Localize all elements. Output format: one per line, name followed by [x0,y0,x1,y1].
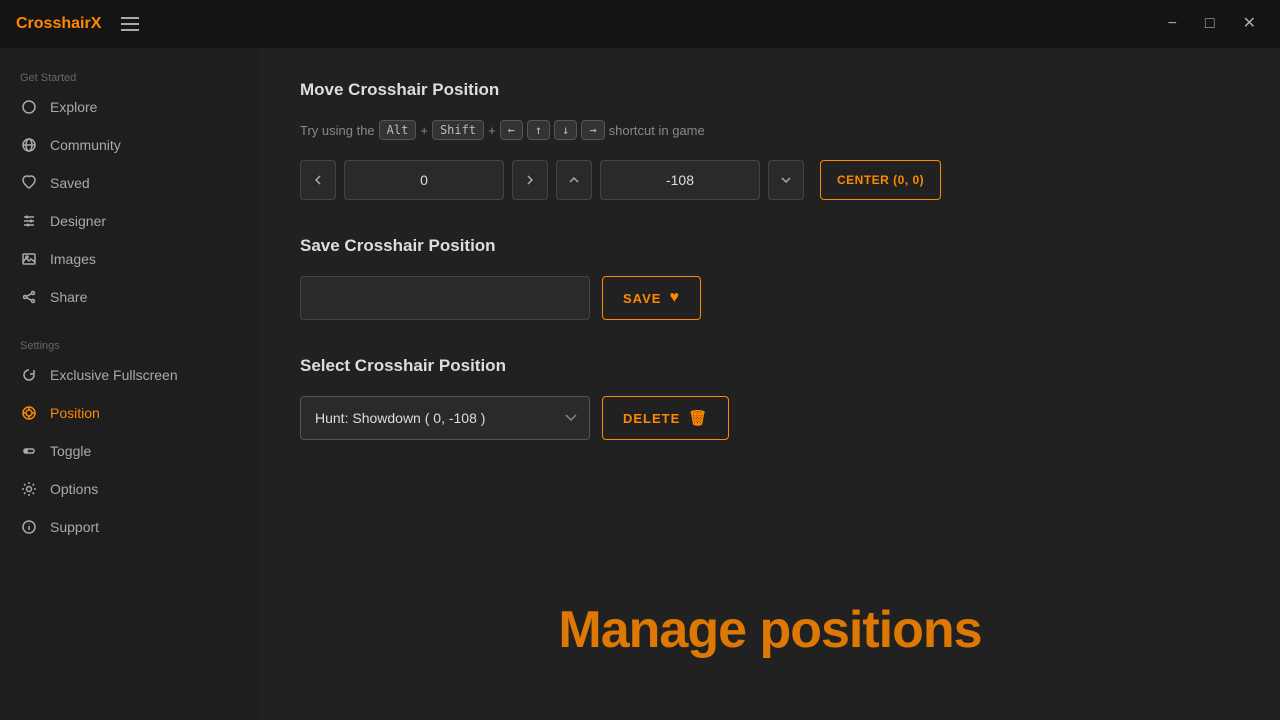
save-row: SAVE ♥ [300,276,1240,320]
sidebar-item-images[interactable]: Images [0,240,260,278]
image-icon [20,250,38,268]
watermark-text: Manage positions [558,600,981,660]
sidebar-label-saved: Saved [50,175,90,191]
select-row: Hunt: Showdown ( 0, -108 ) DELETE 🗑 [300,396,1240,440]
save-btn-label: SAVE [623,291,661,306]
app-title: CrosshairX [16,15,101,33]
shortcut-prefix: Try using the [300,123,375,138]
sidebar-label-community: Community [50,137,121,153]
close-button[interactable]: ✕ [1235,12,1264,36]
position-controls: CENTER (0, 0) [300,160,1240,200]
select-section-title: Select Crosshair Position [300,356,1240,376]
circle-icon [20,98,38,116]
heart-icon [20,174,38,192]
key-arrow-up: ↑ [527,120,550,140]
position-select[interactable]: Hunt: Showdown ( 0, -108 ) [300,396,590,440]
gear-icon [20,480,38,498]
select-section: Select Crosshair Position Hunt: Showdown… [300,356,1240,440]
y-position-input[interactable] [600,160,760,200]
sidebar-label-support: Support [50,519,99,535]
x-increment-button[interactable] [512,160,548,200]
center-button[interactable]: CENTER (0, 0) [820,160,941,200]
sidebar-item-designer[interactable]: Designer [0,202,260,240]
y-increment-button[interactable] [768,160,804,200]
key-shift: Shift [432,120,484,140]
key-arrow-left: ← [500,120,523,140]
key-alt: Alt [379,120,417,140]
save-button[interactable]: SAVE ♥ [602,276,701,320]
sidebar-label-exclusive-fullscreen: Exclusive Fullscreen [50,367,178,383]
shortcut-suffix: shortcut in game [609,123,705,138]
main-layout: Get Started Explore Community Saved Desi… [0,48,1280,720]
sidebar-section-settings: Settings [0,332,260,356]
move-section: Move Crosshair Position Try using the Al… [300,80,1240,200]
sidebar-label-images: Images [50,251,96,267]
save-section-title: Save Crosshair Position [300,236,1240,256]
maximize-button[interactable]: □ [1197,12,1223,36]
app-name-highlight: X [91,15,102,32]
app-name-text: Crosshair [16,15,91,32]
share-icon [20,288,38,306]
info-icon [20,518,38,536]
refresh-icon [20,366,38,384]
sidebar-label-options: Options [50,481,98,497]
sidebar-section-get-started: Get Started [0,64,260,88]
save-section: Save Crosshair Position SAVE ♥ [300,236,1240,320]
sidebar-label-toggle: Toggle [50,443,91,459]
sidebar-item-saved[interactable]: Saved [0,164,260,202]
sidebar-label-position: Position [50,405,100,421]
window-controls: − □ ✕ [1160,12,1264,36]
delete-button[interactable]: DELETE 🗑 [602,396,729,440]
globe-icon [20,136,38,154]
sidebar-label-share: Share [50,289,87,305]
target-icon [20,404,38,422]
delete-btn-label: DELETE [623,411,680,426]
titlebar: CrosshairX − □ ✕ [0,0,1280,48]
y-decrement-button[interactable] [556,160,592,200]
sidebar-item-position[interactable]: Position [0,394,260,432]
trash-icon: 🗑 [688,409,708,427]
sidebar: Get Started Explore Community Saved Desi… [0,48,260,720]
titlebar-left: CrosshairX [16,13,143,35]
heart-filled-icon: ♥ [669,289,680,307]
key-arrow-down: ↓ [554,120,577,140]
sidebar-item-share[interactable]: Share [0,278,260,316]
menu-toggle-button[interactable] [117,13,143,35]
shortcut-hint: Try using the Alt + Shift + ← ↑ ↓ → shor… [300,120,1240,140]
sidebar-item-toggle[interactable]: Toggle [0,432,260,470]
x-decrement-button[interactable] [300,160,336,200]
move-section-title: Move Crosshair Position [300,80,1240,100]
sidebar-item-community[interactable]: Community [0,126,260,164]
key-arrow-right: → [581,120,604,140]
sidebar-item-explore[interactable]: Explore [0,88,260,126]
x-position-input[interactable] [344,160,504,200]
save-name-input[interactable] [300,276,590,320]
sidebar-label-designer: Designer [50,213,106,229]
sidebar-item-exclusive-fullscreen[interactable]: Exclusive Fullscreen [0,356,260,394]
sidebar-item-options[interactable]: Options [0,470,260,508]
sidebar-item-support[interactable]: Support [0,508,260,546]
toggle-icon [20,442,38,460]
content-area: Move Crosshair Position Try using the Al… [260,48,1280,720]
sliders-icon [20,212,38,230]
sidebar-label-explore: Explore [50,99,97,115]
minimize-button[interactable]: − [1160,12,1185,36]
